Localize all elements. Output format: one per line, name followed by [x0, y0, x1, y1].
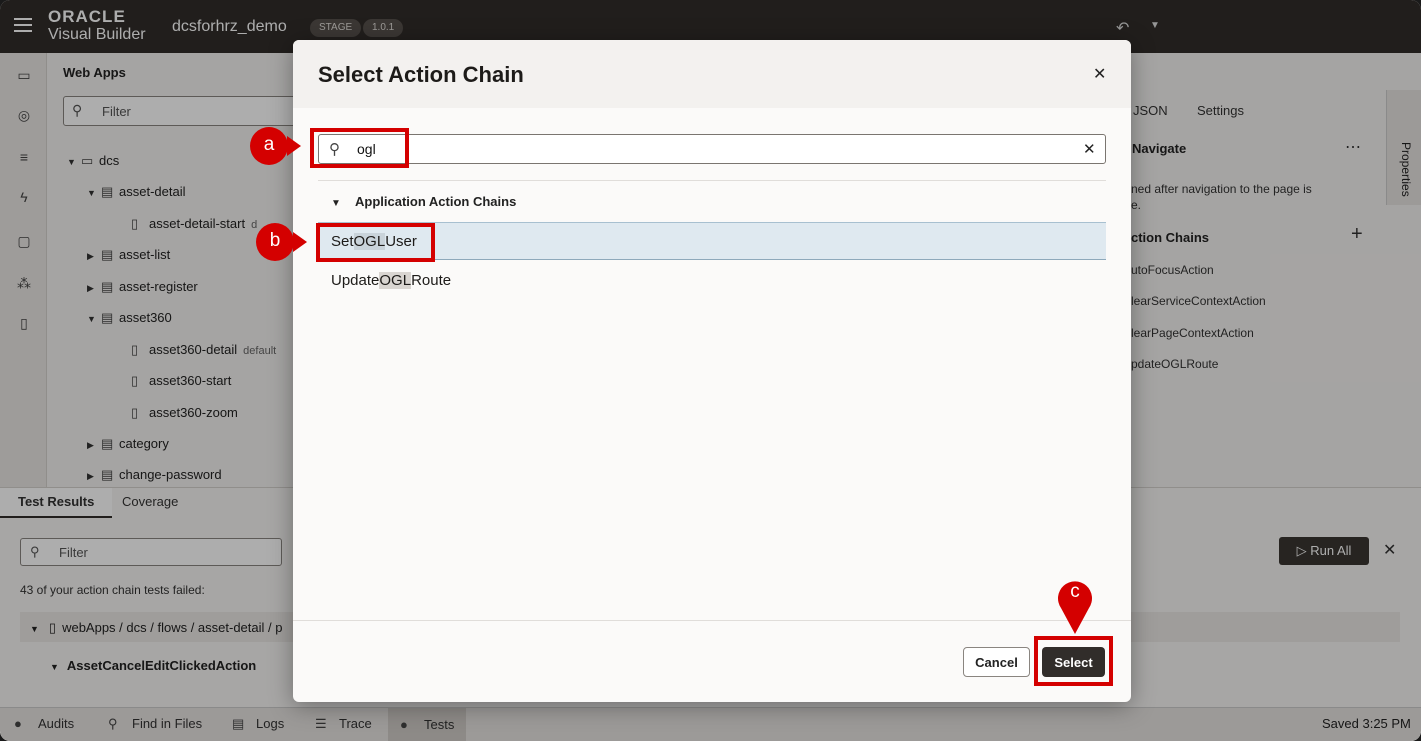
list-item-setogluser[interactable]: SetOGLUser: [318, 222, 1106, 260]
chevron-down-icon[interactable]: ▼: [331, 198, 355, 209]
group-application-action-chains[interactable]: ▼ Application Action Chains: [331, 194, 516, 209]
dialog-header: Select Action Chain ✕: [293, 40, 1131, 108]
callout-badge-a: a: [250, 127, 288, 165]
callout-box-b: [316, 223, 435, 262]
callout-badge-b: b: [256, 223, 294, 261]
dialog-footer-divider: [293, 620, 1131, 621]
item-text: Route: [411, 272, 452, 289]
callout-label-c: c: [1070, 581, 1080, 602]
callout-arrow-a: [287, 136, 301, 156]
action-chain-search-input[interactable]: [357, 139, 1057, 159]
clear-search-icon[interactable]: ✕: [1083, 140, 1096, 158]
dialog-title: Select Action Chain: [318, 62, 524, 87]
select-action-chain-dialog: Select Action Chain ✕ ⚲ ✕ ▼Application A…: [293, 40, 1131, 702]
search-highlight: OGL: [379, 272, 412, 289]
close-icon[interactable]: ✕: [1093, 64, 1106, 84]
action-chain-search: ⚲ ✕: [318, 134, 1106, 164]
callout-box-a: [310, 128, 409, 168]
divider: [318, 180, 1106, 181]
cancel-button[interactable]: Cancel: [963, 647, 1030, 677]
callout-box-c: [1034, 636, 1113, 686]
group-label: Application Action Chains: [355, 194, 517, 209]
callout-arrow-b: [293, 232, 307, 252]
list-item-updateoglroute[interactable]: UpdateOGLRoute: [318, 262, 1106, 300]
item-text: Update: [331, 272, 380, 289]
